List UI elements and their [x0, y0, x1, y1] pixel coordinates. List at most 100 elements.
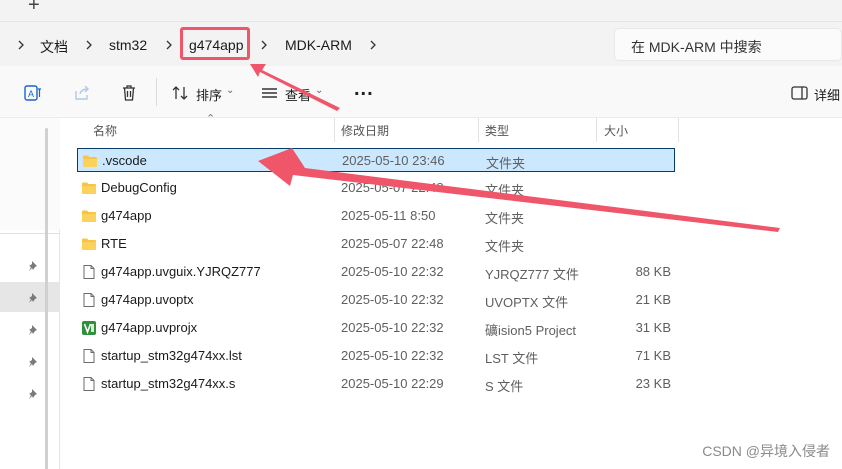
file-row[interactable]: .vscode 2025-05-10 23:46 文件夹 — [77, 148, 675, 172]
file-name: g474app — [101, 208, 152, 223]
column-separator[interactable] — [678, 118, 679, 142]
watermark: CSDN @异境入侵者 — [702, 443, 830, 459]
breadcrumb-item-documents[interactable]: 文档 — [40, 37, 68, 57]
file-type: 文件夹 — [485, 183, 525, 198]
file-icon — [81, 292, 97, 308]
file-icon — [81, 264, 97, 280]
tab-strip-border — [0, 0, 842, 22]
chevron-down-icon[interactable]: ⌄ — [315, 85, 323, 96]
column-separator[interactable] — [478, 118, 479, 142]
file-name: .vscode — [102, 153, 147, 168]
file-size: 71 KB — [635, 348, 671, 363]
command-bar: A 排序 ⌄ 查看 ⌄ ... 详细 — [0, 66, 842, 118]
column-header-size[interactable]: 大小 — [604, 122, 628, 148]
column-separator[interactable] — [596, 118, 597, 142]
svg-text:A: A — [28, 89, 34, 99]
breadcrumb-item-mdk-arm[interactable]: MDK-ARM — [285, 37, 352, 53]
sort-ascending-icon: ⌃ — [206, 113, 216, 125]
chevron-right-icon[interactable] — [84, 38, 94, 52]
search-input[interactable]: 在 MDK-ARM 中搜索 — [614, 28, 842, 61]
file-icon — [81, 376, 97, 392]
file-type: 文件夹 — [486, 156, 526, 171]
address-bar-row: 文档 stm32 g474app MDK-ARM 在 MDK-ARM 中搜索 — [0, 22, 842, 66]
file-type: 礦ision5 Project — [485, 323, 577, 338]
file-modified-date: 2025-05-10 22:32 — [341, 348, 444, 363]
share-icon[interactable] — [72, 83, 92, 103]
file-name: g474app.uvguix.YJRQZ777 — [101, 264, 261, 279]
file-name: startup_stm32g474xx.lst — [101, 348, 242, 363]
keil-project-icon — [81, 320, 97, 336]
column-header-date[interactable]: 修改日期 — [341, 122, 389, 148]
column-separator[interactable] — [334, 118, 335, 142]
pin-icon[interactable] — [27, 324, 39, 336]
file-size: 23 KB — [635, 376, 671, 391]
pin-icon[interactable] — [27, 292, 39, 304]
pin-icon[interactable] — [27, 356, 39, 368]
chevron-down-icon[interactable]: ⌄ — [226, 85, 234, 96]
file-type: 文件夹 — [485, 211, 525, 226]
folder-icon — [82, 153, 98, 169]
nav-divider — [0, 233, 60, 234]
file-modified-date: 2025-05-07 22:48 — [341, 180, 444, 195]
search-placeholder: 在 MDK-ARM 中搜索 — [631, 39, 762, 55]
file-row[interactable]: DebugConfig 2025-05-07 22:48 文件夹 — [77, 176, 675, 200]
nav-scrollbar[interactable] — [45, 128, 48, 469]
file-row[interactable]: g474app.uvprojx 2025-05-10 22:32 礦ision5 P… — [77, 316, 675, 340]
file-type: UVOPTX 文件 — [485, 295, 569, 310]
folder-icon — [81, 236, 97, 252]
file-list: ⌃ 名称 修改日期 类型 大小 .vscode 2025-05-10 23:46 文… — [60, 113, 842, 469]
file-modified-date: 2025-05-07 22:48 — [341, 236, 444, 251]
file-modified-date: 2025-05-10 22:32 — [341, 292, 444, 307]
delete-icon[interactable] — [119, 83, 139, 103]
file-modified-date: 2025-05-11 8:50 — [341, 208, 436, 223]
file-name: RTE — [101, 236, 127, 251]
column-header-name[interactable]: 名称 — [93, 122, 117, 148]
file-row[interactable]: g474app 2025-05-11 8:50 文件夹 — [77, 204, 675, 228]
file-row[interactable]: RTE 2025-05-07 22:48 文件夹 — [77, 232, 675, 256]
file-type: YJRQZ777 文件 — [485, 267, 579, 282]
chevron-right-icon[interactable] — [164, 38, 174, 52]
details-pane-icon[interactable] — [790, 83, 810, 103]
breadcrumb-item-stm32[interactable]: stm32 — [109, 37, 147, 53]
column-header-type[interactable]: 类型 — [485, 122, 509, 148]
chevron-right-icon[interactable] — [368, 38, 378, 52]
pin-icon[interactable] — [27, 260, 39, 272]
navigation-pane — [0, 118, 60, 469]
file-modified-date: 2025-05-10 22:29 — [341, 376, 444, 391]
view-icon[interactable] — [260, 83, 280, 103]
navigation-pane-top — [0, 118, 60, 230]
file-modified-date: 2025-05-10 23:46 — [342, 153, 445, 168]
annotation-highlight-box — [180, 27, 250, 60]
file-row[interactable]: startup_stm32g474xx.s 2025-05-10 22:29 S 文… — [77, 372, 675, 396]
file-name: g474app.uvoptx — [101, 292, 194, 307]
file-type: LST 文件 — [485, 351, 539, 366]
sort-button[interactable]: 排序 — [196, 85, 222, 104]
chevron-right-icon[interactable] — [16, 38, 26, 52]
file-modified-date: 2025-05-10 22:32 — [341, 320, 444, 335]
file-name: g474app.uvprojx — [101, 320, 198, 335]
file-name: startup_stm32g474xx.s — [101, 376, 236, 391]
new-tab-button[interactable]: + — [28, 0, 40, 17]
folder-icon — [81, 208, 97, 224]
file-type: 文件夹 — [485, 239, 525, 254]
breadcrumb[interactable]: 文档 stm32 g474app MDK-ARM — [6, 28, 608, 62]
tab-strip: + — [0, 0, 842, 22]
details-button[interactable]: 详细 — [814, 85, 840, 104]
chevron-right-icon[interactable] — [259, 38, 269, 52]
folder-icon — [81, 180, 97, 196]
file-row[interactable]: g474app.uvoptx 2025-05-10 22:32 UVOPTX 文件 2… — [77, 288, 675, 312]
pin-icon[interactable] — [27, 388, 39, 400]
file-modified-date: 2025-05-10 22:32 — [341, 264, 444, 279]
file-size: 31 KB — [635, 320, 671, 335]
file-size: 21 KB — [635, 292, 671, 307]
file-icon — [81, 348, 97, 364]
translate-icon[interactable]: A — [23, 83, 43, 103]
toolbar-divider — [156, 78, 157, 106]
more-options-button[interactable]: ... — [354, 78, 374, 101]
file-size: 88 KB — [635, 264, 671, 279]
view-button[interactable]: 查看 — [285, 85, 311, 104]
file-row[interactable]: g474app.uvguix.YJRQZ777 2025-05-10 22:32 Y… — [77, 260, 675, 284]
file-name: DebugConfig — [101, 180, 177, 195]
file-row[interactable]: startup_stm32g474xx.lst 2025-05-10 22:32 L… — [77, 344, 675, 368]
sort-icon[interactable] — [170, 83, 190, 103]
